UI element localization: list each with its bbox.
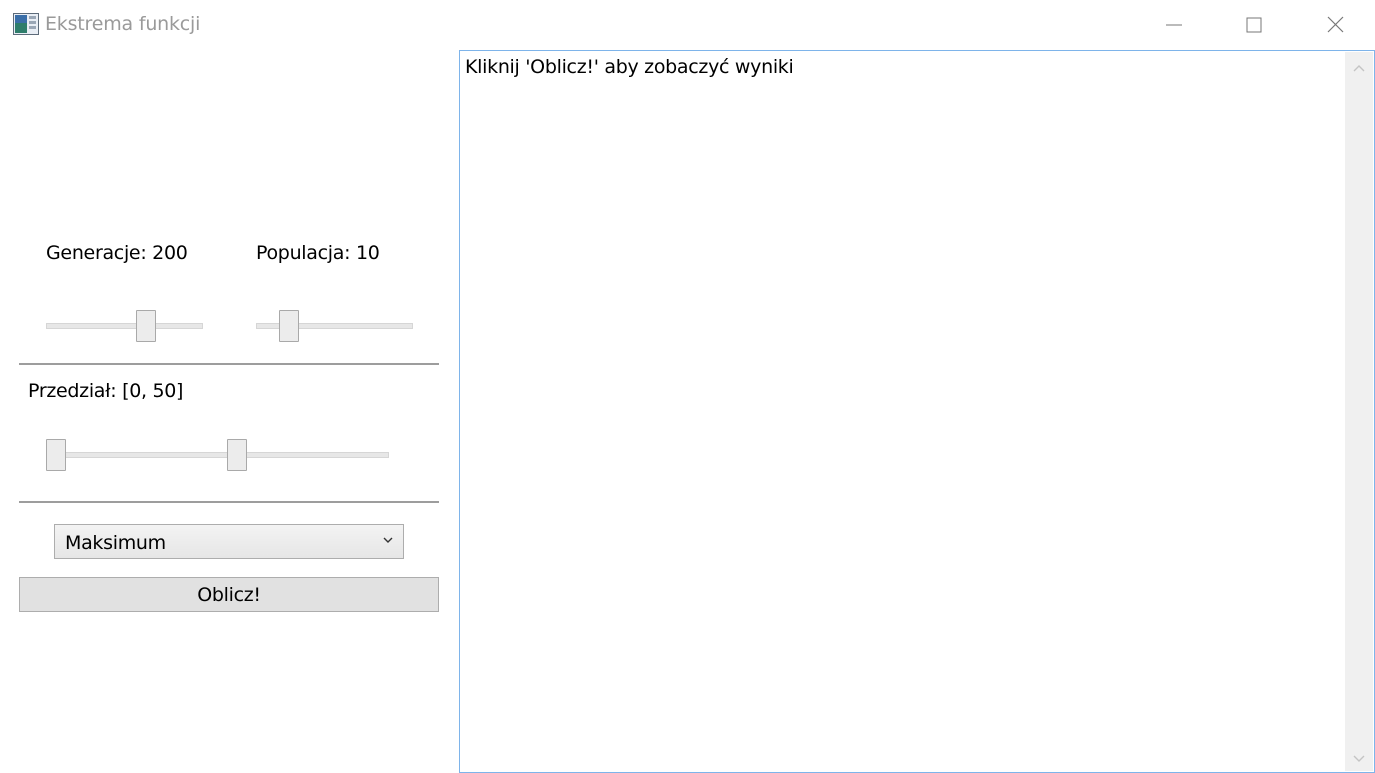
minimize-icon <box>1166 24 1182 26</box>
divider <box>19 363 439 365</box>
population-label: Populacja: 10 <box>256 242 380 264</box>
close-icon <box>1327 16 1344 33</box>
extremum-type-select[interactable]: Maksimum <box>54 524 404 559</box>
maximize-icon <box>1246 17 1262 33</box>
maximize-button[interactable] <box>1214 0 1294 50</box>
population-slider[interactable] <box>256 310 413 342</box>
slider-track <box>46 323 203 329</box>
interval-label: Przedział: [0, 50] <box>28 380 184 402</box>
results-textbox[interactable]: Kliknij 'Oblicz!' aby zobaczyć wyniki <box>459 50 1375 773</box>
window-title: Ekstrema funkcji <box>45 13 201 35</box>
compute-button[interactable]: Oblicz! <box>19 577 439 612</box>
interval-low-thumb[interactable] <box>46 439 66 471</box>
slider-track <box>46 452 389 458</box>
vertical-scrollbar[interactable] <box>1345 52 1373 771</box>
title-bar: Ekstrema funkcji <box>0 0 1375 50</box>
generations-slider[interactable] <box>46 310 203 342</box>
scroll-up-icon[interactable] <box>1353 64 1365 72</box>
scroll-down-icon[interactable] <box>1353 755 1365 763</box>
interval-range-slider[interactable] <box>46 439 389 471</box>
interval-high-thumb[interactable] <box>227 439 247 471</box>
select-value: Maksimum <box>65 532 166 554</box>
close-button[interactable] <box>1295 0 1375 50</box>
minimize-button[interactable] <box>1134 0 1214 50</box>
chevron-down-icon <box>383 537 393 543</box>
generations-label: Generacje: 200 <box>46 242 188 264</box>
slider-thumb[interactable] <box>279 310 299 342</box>
app-icon <box>13 13 39 35</box>
results-text: Kliknij 'Oblicz!' aby zobaczyć wyniki <box>465 56 794 78</box>
slider-thumb[interactable] <box>136 310 156 342</box>
divider <box>19 501 439 503</box>
